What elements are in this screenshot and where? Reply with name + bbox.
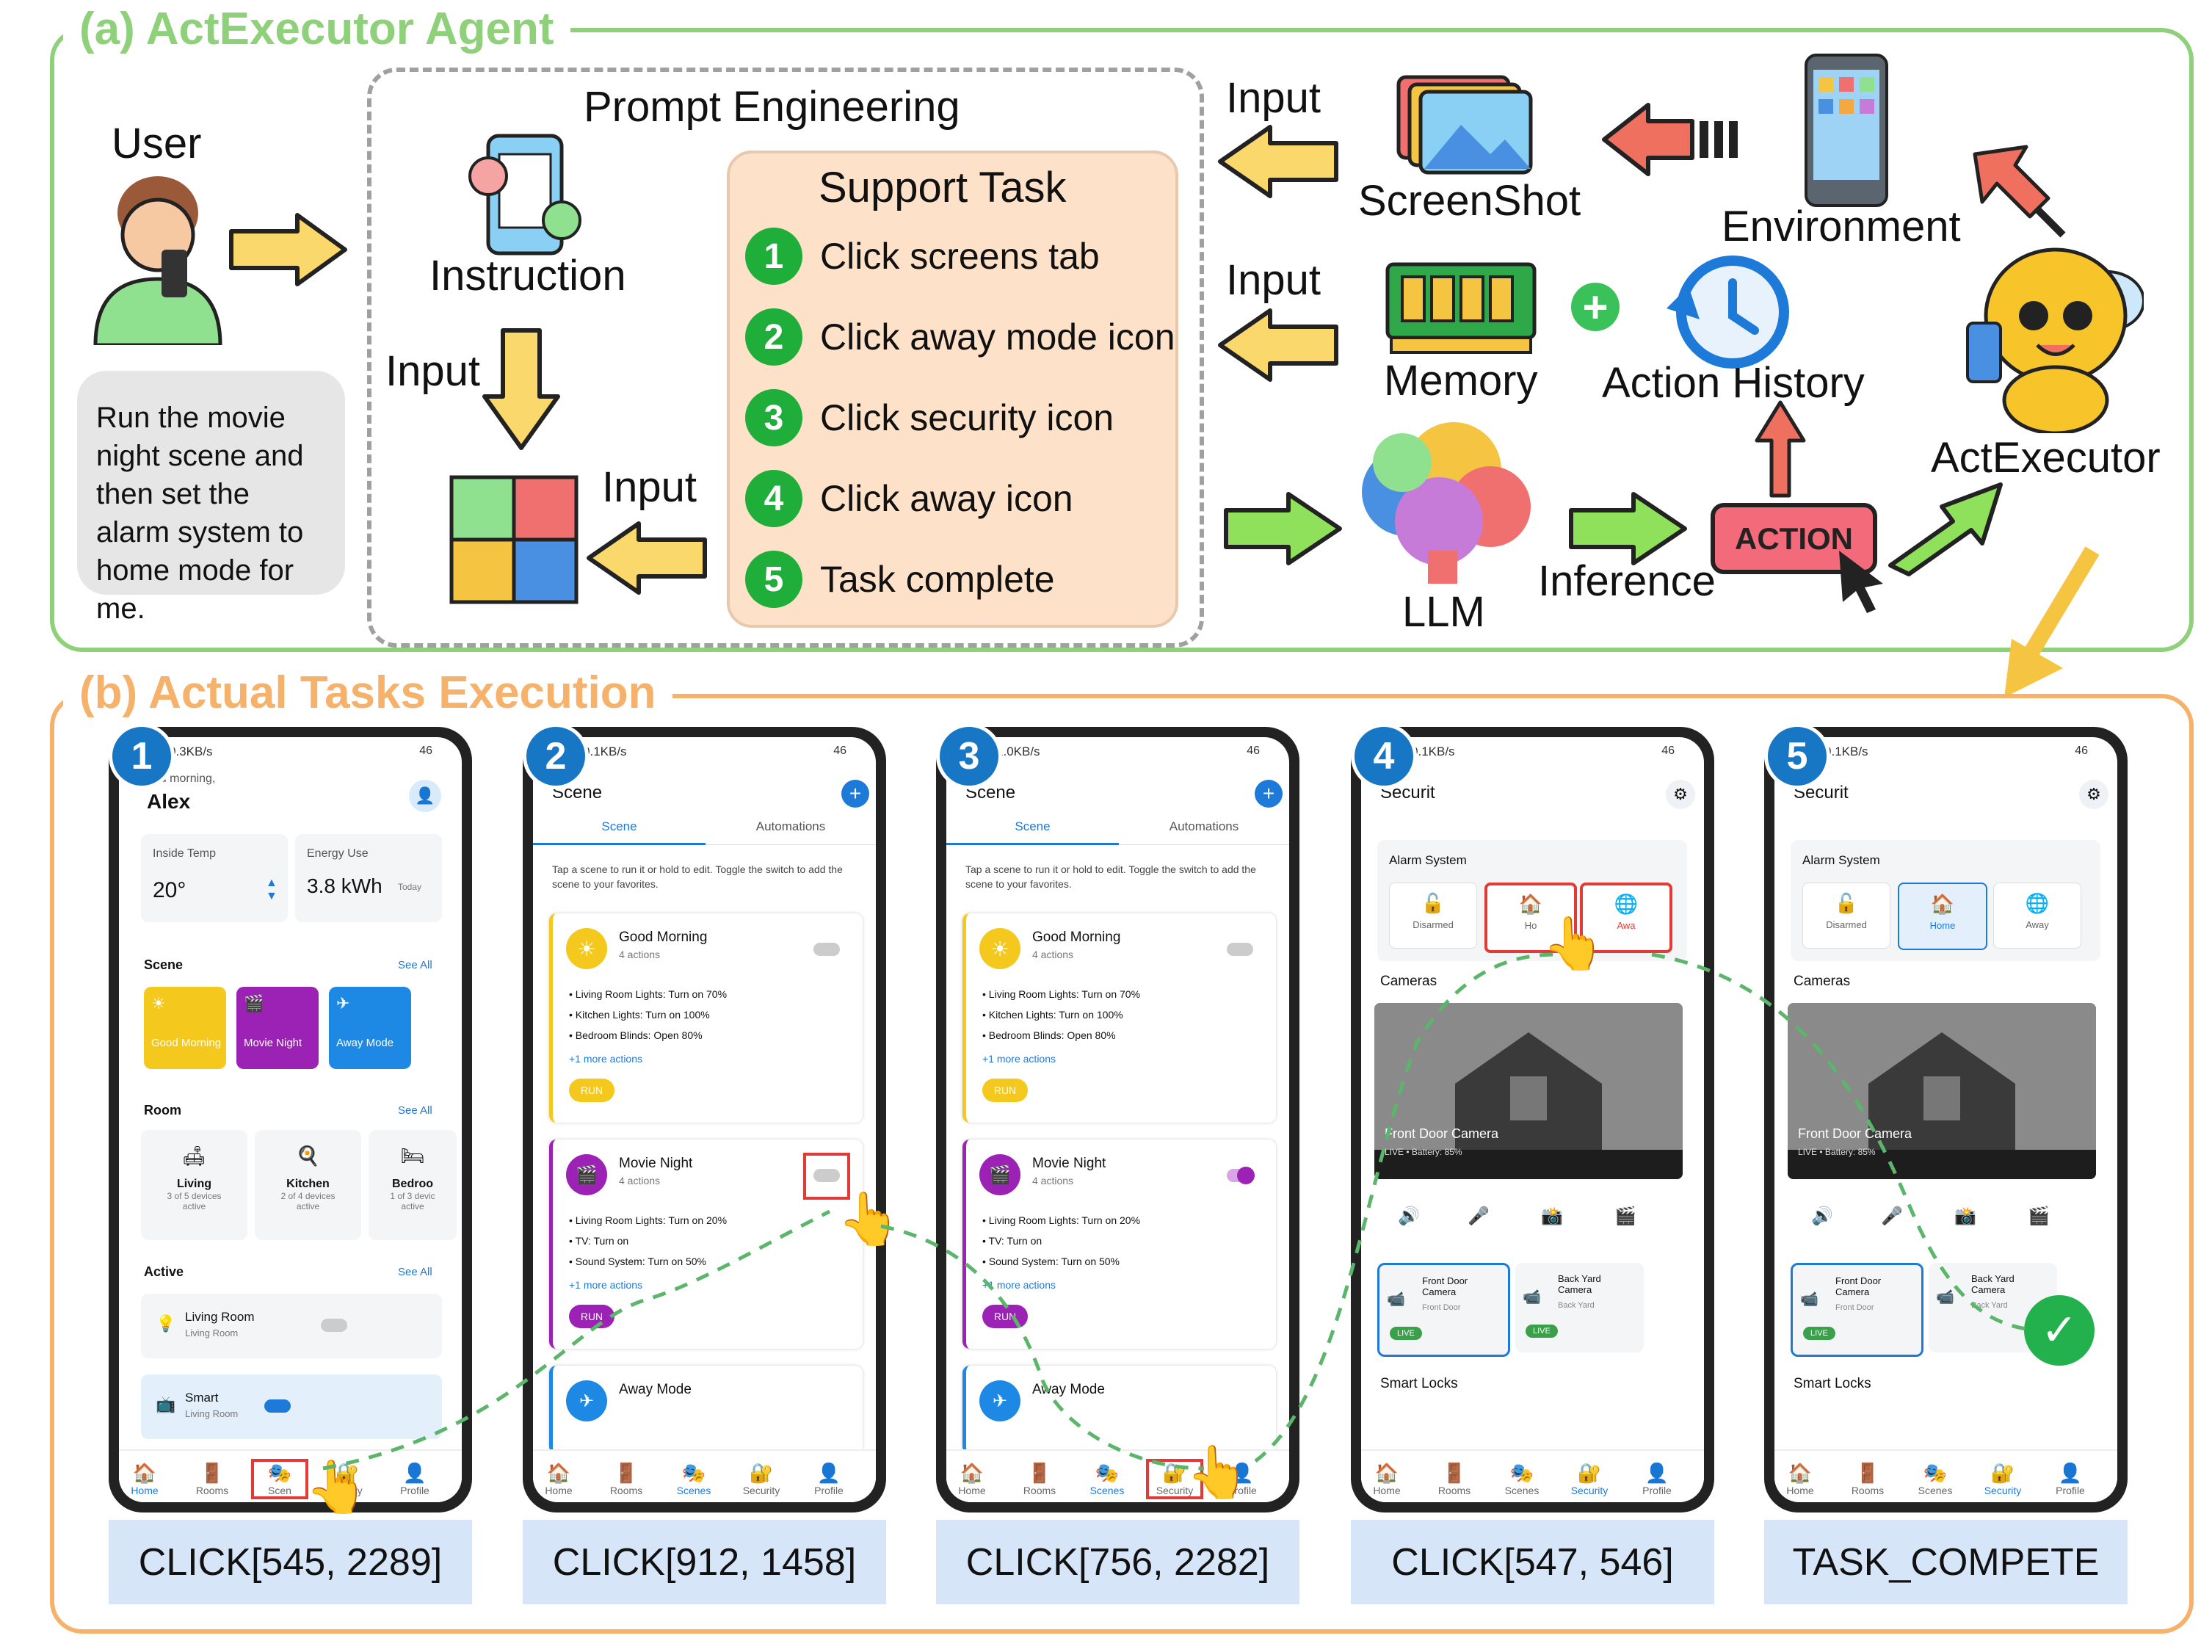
action-box-4: CLICK[547, 546] (1351, 1520, 1714, 1604)
action-box-5: TASK_COMPETE (1764, 1520, 2128, 1604)
flow-connectors (322, 952, 2027, 1471)
action-box-1: CLICK[545, 2289] (109, 1520, 472, 1604)
action-box-3: CLICK[756, 2282] (936, 1520, 1299, 1604)
action-box-2: CLICK[912, 1458] (523, 1520, 886, 1604)
